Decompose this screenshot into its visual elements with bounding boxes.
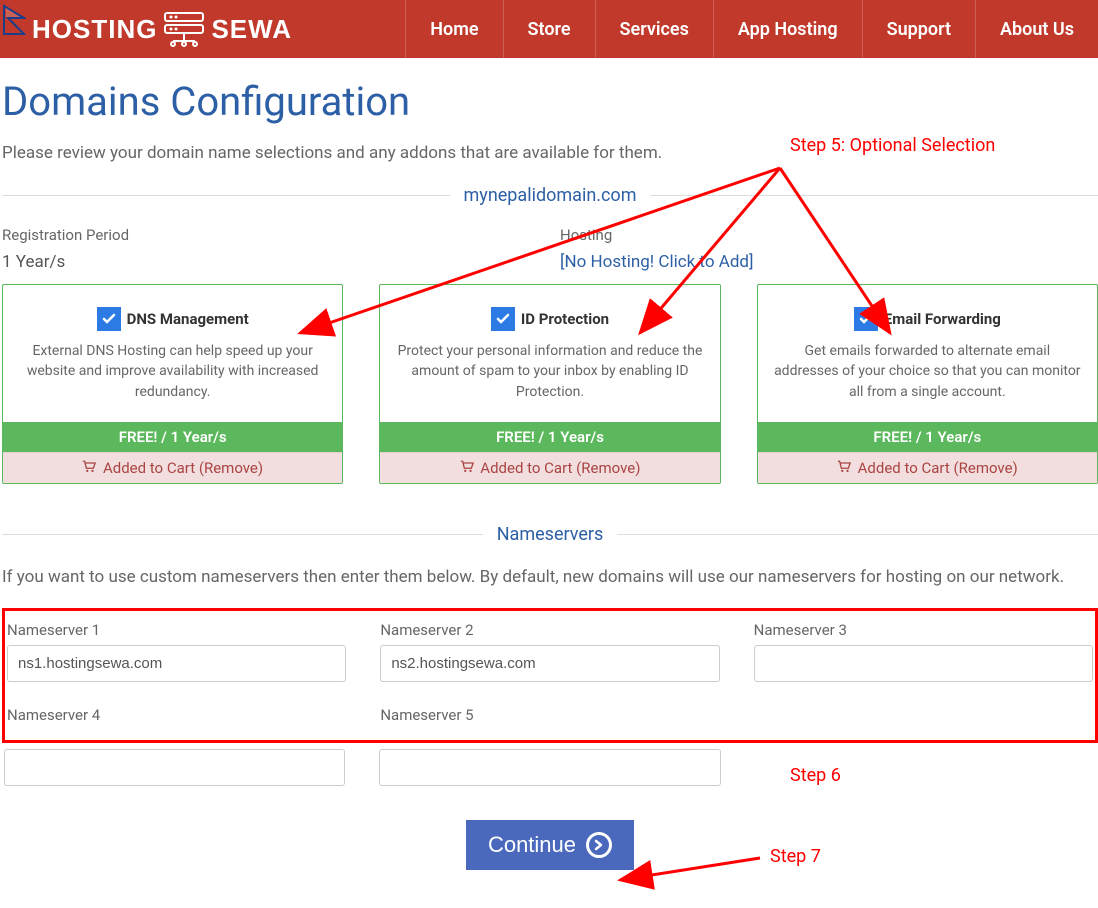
cart-icon (837, 459, 855, 477)
brand[interactable]: HOSTING SEWA (0, 0, 300, 58)
page-title: Domains Configuration (2, 78, 1098, 125)
nameserver-1-label: Nameserver 1 (7, 621, 346, 639)
hosting-add-link[interactable]: [No Hosting! Click to Add] (560, 252, 1098, 272)
addon-email-title: Email Forwarding (884, 310, 1001, 328)
nameserver-3-field: Nameserver 3 (754, 621, 1093, 682)
check-icon (101, 311, 117, 327)
addon-cards-row: DNS Management External DNS Hosting can … (2, 284, 1098, 484)
nameservers-heading: Nameservers (483, 524, 618, 545)
cart-icon (82, 459, 100, 477)
addon-email-checkbox[interactable] (854, 307, 878, 331)
nameserver-4-field: Nameserver 4 (7, 706, 346, 730)
continue-button[interactable]: Continue (466, 820, 634, 870)
addon-email-cart-text: Added to Cart (Remove) (858, 459, 1018, 477)
nameserver-3-input[interactable] (754, 645, 1093, 682)
brand-text-2: SEWA (211, 14, 292, 45)
nav-home[interactable]: Home (405, 0, 502, 58)
addon-dns-remove-link[interactable]: Added to Cart (Remove) (3, 452, 342, 483)
registration-period-label: Registration Period (2, 226, 540, 244)
nameserver-5-label: Nameserver 5 (380, 706, 719, 724)
addon-dns-checkbox[interactable] (97, 307, 121, 331)
brand-text-1: HOSTING (32, 14, 157, 45)
check-icon (858, 311, 874, 327)
nameserver-3-label: Nameserver 3 (754, 621, 1093, 639)
domain-name-heading: mynepalidomain.com (450, 185, 651, 206)
addon-email-price: FREE! / 1 Year/s (758, 422, 1097, 452)
nameserver-1-input[interactable] (7, 645, 346, 682)
nameserver-1-field: Nameserver 1 (7, 621, 346, 682)
nameserver-5-field: Nameserver 5 (380, 706, 719, 730)
addon-email-remove-link[interactable]: Added to Cart (Remove) (758, 452, 1097, 483)
addon-id-desc: Protect your personal information and re… (394, 341, 705, 402)
page-intro: Please review your domain name selection… (2, 143, 1098, 163)
arrow-right-circle-icon (586, 832, 612, 858)
nameservers-heading-row: Nameservers (2, 524, 1098, 545)
cart-icon (460, 459, 478, 477)
addon-dns-cart-text: Added to Cart (Remove) (103, 459, 263, 477)
addon-id-card: ID Protection Protect your personal info… (379, 284, 720, 484)
nameserver-4-label: Nameserver 4 (7, 706, 346, 724)
addon-dns-desc: External DNS Hosting can help speed up y… (17, 341, 328, 402)
addon-email-desc: Get emails forwarded to alternate email … (772, 341, 1083, 402)
registration-period-value: 1 Year/s (2, 252, 540, 272)
nameserver-5-input[interactable] (379, 749, 720, 786)
nav-support[interactable]: Support (862, 0, 975, 58)
nav-store[interactable]: Store (503, 0, 595, 58)
nav-services[interactable]: Services (595, 0, 713, 58)
addon-dns-price: FREE! / 1 Year/s (3, 422, 342, 452)
hosting-label: Hosting (560, 226, 1098, 244)
nameserver-4-input[interactable] (4, 749, 345, 786)
domain-heading-row: mynepalidomain.com (2, 185, 1098, 206)
nameservers-intro: If you want to use custom nameservers th… (2, 565, 1098, 591)
addon-id-remove-link[interactable]: Added to Cart (Remove) (380, 452, 719, 483)
nepal-flag-icon (2, 4, 26, 54)
nameservers-highlight-box: Nameserver 1 Nameserver 2 Nameserver 3 N… (2, 608, 1098, 743)
addon-id-price: FREE! / 1 Year/s (380, 422, 719, 452)
addon-id-cart-text: Added to Cart (Remove) (480, 459, 640, 477)
addon-email-card: Email Forwarding Get emails forwarded to… (757, 284, 1098, 484)
continue-label: Continue (488, 832, 576, 858)
check-icon (495, 311, 511, 327)
nav-app-hosting[interactable]: App Hosting (713, 0, 862, 58)
nameserver-2-field: Nameserver 2 (380, 621, 719, 682)
addon-dns-title: DNS Management (127, 310, 249, 328)
nameserver-2-label: Nameserver 2 (380, 621, 719, 639)
addon-id-checkbox[interactable] (491, 307, 515, 331)
navbar: HOSTING SEWA Home Store Services App Hos… (0, 0, 1098, 58)
servers-icon (163, 11, 205, 47)
addon-dns-card: DNS Management External DNS Hosting can … (2, 284, 343, 484)
nav-about[interactable]: About Us (975, 0, 1098, 58)
addon-id-title: ID Protection (521, 310, 609, 328)
nav-spacer (300, 0, 405, 58)
nameserver-2-input[interactable] (380, 645, 719, 682)
